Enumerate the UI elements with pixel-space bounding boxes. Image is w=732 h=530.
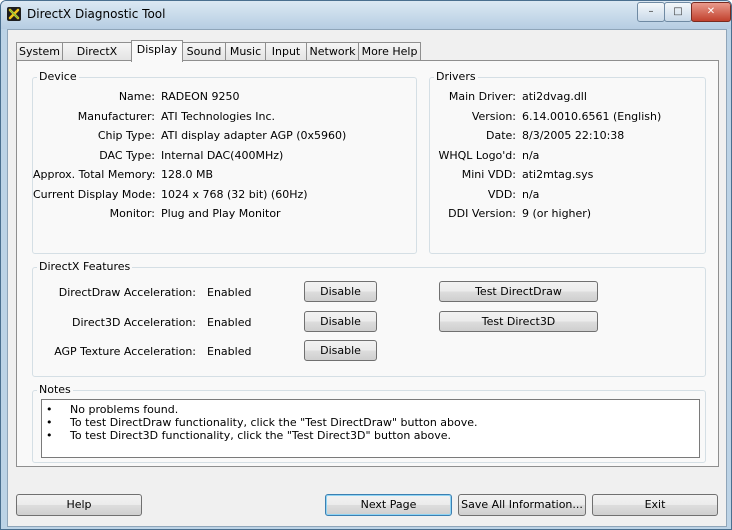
bullet: •	[46, 416, 53, 429]
next-page-button[interactable]: Next Page	[325, 494, 452, 516]
maximize-button[interactable]: □	[664, 2, 692, 22]
display-mode-value: 1024 x 768 (32 bit) (60Hz)	[161, 188, 308, 201]
client-area: System DirectX Files Display Sound Music…	[7, 29, 727, 527]
agp-texture-label: AGP Texture Acceleration:	[54, 345, 196, 358]
device-group-title: Device	[37, 70, 79, 83]
device-name-value: RADEON 9250	[161, 90, 240, 103]
tab-system[interactable]: System	[16, 42, 63, 61]
features-group: DirectX Features DirectDraw Acceleration…	[32, 260, 706, 377]
tab-directx-files[interactable]: DirectX Files	[62, 42, 132, 76]
tab-display[interactable]: Display	[131, 40, 183, 62]
display-mode-label: Current Display Mode:	[33, 188, 156, 201]
note-item: • To test DirectDraw functionality, click…	[46, 416, 478, 429]
vdd-label: VDD:	[487, 188, 516, 201]
date-label: Date:	[486, 129, 516, 142]
manufacturer-label: Manufacturer:	[77, 110, 155, 123]
tab-sound[interactable]: Sound	[182, 42, 226, 61]
ddi-version-value: 9 (or higher)	[522, 207, 592, 220]
window-title: DirectX Diagnostic Tool	[27, 7, 166, 21]
help-button[interactable]: Help	[16, 494, 142, 516]
vdd-value: n/a	[522, 188, 540, 201]
minimize-button[interactable]: –	[637, 2, 665, 22]
whql-label: WHQL Logo'd:	[438, 149, 516, 162]
dac-type-label: DAC Type:	[99, 149, 155, 162]
version-label: Version:	[471, 110, 516, 123]
disable-agp-texture-button[interactable]: Disable	[304, 340, 377, 361]
note-item: • No problems found.	[46, 403, 179, 416]
device-name-label: Name:	[118, 90, 155, 103]
main-driver-value: ati2dvag.dll	[522, 90, 587, 103]
notes-group-title: Notes	[37, 383, 73, 396]
bullet: •	[46, 403, 53, 416]
directdraw-accel-label: DirectDraw Acceleration:	[58, 286, 196, 299]
drivers-group: Drivers Main Driver: ati2dvag.dll Versio…	[429, 70, 706, 254]
chip-type-value: ATI display adapter AGP (0x5960)	[161, 129, 347, 142]
manufacturer-value: ATI Technologies Inc.	[161, 110, 276, 123]
monitor-label: Monitor:	[109, 207, 155, 220]
test-direct3d-button[interactable]: Test Direct3D	[439, 311, 598, 332]
note-item: • To test Direct3D functionality, click t…	[46, 429, 452, 442]
mini-vdd-label: Mini VDD:	[461, 168, 516, 181]
tab-music[interactable]: Music	[225, 42, 266, 61]
ddi-version-label: DDI Version:	[448, 207, 516, 220]
test-directdraw-button[interactable]: Test DirectDraw	[439, 281, 598, 302]
notes-textbox[interactable]: • No problems found. • To test DirectDraw …	[41, 399, 700, 458]
title-bar[interactable]: DirectX Diagnostic Tool – □ ✕	[1, 1, 731, 29]
version-value: 6.14.0010.6561 (English)	[522, 110, 662, 123]
date-value: 8/3/2005 22:10:38	[522, 129, 625, 142]
main-driver-label: Main Driver:	[448, 90, 516, 103]
exit-button[interactable]: Exit	[592, 494, 718, 516]
device-group: Device Name: RADEON 9250 Manufacturer: A…	[32, 70, 417, 254]
tab-input[interactable]: Input	[265, 42, 307, 61]
dxdiag-window: DirectX Diagnostic Tool – □ ✕ System Dir…	[0, 0, 732, 530]
display-panel: Device Name: RADEON 9250 Manufacturer: A…	[16, 60, 719, 467]
features-group-title: DirectX Features	[37, 260, 133, 273]
chip-type-label: Chip Type:	[97, 129, 155, 142]
bullet: •	[46, 429, 53, 442]
disable-directdraw-button[interactable]: Disable	[304, 281, 377, 302]
direct3d-accel-status: Enabled	[207, 316, 252, 329]
mini-vdd-value: ati2mtag.sys	[522, 168, 594, 181]
close-button[interactable]: ✕	[691, 2, 731, 22]
memory-label: Approx. Total Memory:	[33, 168, 156, 181]
direct3d-accel-label: Direct3D Acceleration:	[72, 316, 196, 329]
directx-icon	[7, 7, 21, 21]
agp-texture-status: Enabled	[207, 345, 252, 358]
directdraw-accel-status: Enabled	[207, 286, 252, 299]
tab-network[interactable]: Network	[306, 42, 359, 61]
whql-value: n/a	[522, 149, 540, 162]
tab-more-help[interactable]: More Help	[358, 42, 421, 61]
notes-group: Notes • No problems found. • To test Direc…	[32, 383, 706, 463]
disable-direct3d-button[interactable]: Disable	[304, 311, 377, 332]
save-all-information-button[interactable]: Save All Information...	[458, 494, 586, 516]
monitor-value: Plug and Play Monitor	[161, 207, 281, 220]
memory-value: 128.0 MB	[161, 168, 214, 181]
drivers-group-title: Drivers	[434, 70, 478, 83]
dac-type-value: Internal DAC(400MHz)	[161, 149, 284, 162]
